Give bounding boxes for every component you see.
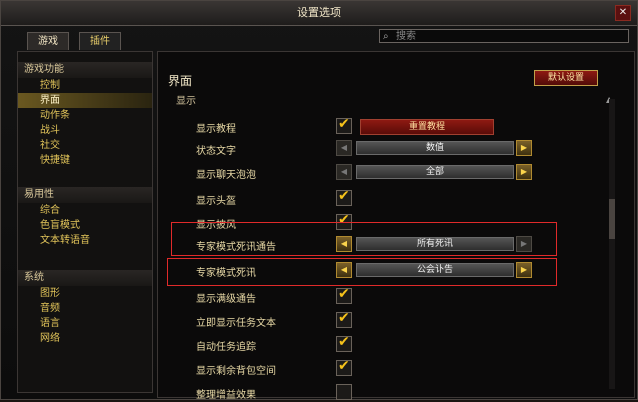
search-placeholder: 搜索 — [396, 31, 416, 42]
setting-label: 整理增益效果 — [196, 390, 256, 401]
bag-space-checkbox[interactable]: ✔ — [336, 358, 352, 376]
prev-arrow-icon[interactable]: ◀ — [336, 140, 352, 156]
next-arrow-icon[interactable]: ▶ — [516, 164, 532, 180]
setting-label: 显示教程 — [196, 124, 236, 135]
sidebar-group-gameplay: 游戏功能 控制 界面 动作条 战斗 社交 快捷键 — [18, 62, 152, 168]
scrollbar-thumb[interactable] — [609, 199, 615, 239]
settings-window: 设置选项 ✕ 游戏 插件 ⌕ 搜索 游戏功能 控制 界面 动作条 战斗 社交 快… — [0, 0, 638, 401]
close-button[interactable]: ✕ — [615, 5, 631, 21]
sidebar-header: 易用性 — [18, 187, 152, 203]
sidebar-group-accessibility: 易用性 综合 色盲模式 文本转语音 — [18, 187, 152, 248]
tab-addons[interactable]: 插件 — [79, 32, 121, 50]
scrollbar[interactable] — [609, 99, 615, 389]
setting-row-max-level-announce: 显示满级通告 ✔ — [158, 286, 634, 306]
sidebar-item-general[interactable]: 综合 — [18, 203, 152, 218]
sidebar-item-language[interactable]: 语言 — [18, 316, 152, 331]
hardcore-death-value: 公会讣告 — [356, 263, 514, 277]
next-arrow-icon[interactable]: ▶ — [516, 236, 532, 252]
setting-label: 自动任务追踪 — [196, 342, 256, 353]
sidebar-header: 游戏功能 — [18, 62, 152, 78]
setting-row-show-cloak: 显示披风 ✔ — [158, 212, 634, 232]
show-cloak-checkbox[interactable]: ✔ — [336, 212, 352, 230]
sidebar-item-tts[interactable]: 文本转语音 — [18, 233, 152, 248]
setting-row-bag-space: 显示剩余背包空间 ✔ — [158, 358, 634, 378]
chat-bubbles-value: 全部 — [356, 165, 514, 179]
section-label: 显示 — [176, 96, 196, 107]
max-level-checkbox[interactable]: ✔ — [336, 286, 352, 304]
reset-tutorials-button[interactable]: 重置教程 — [360, 119, 494, 135]
close-icon: ✕ — [618, 7, 628, 18]
settings-panel: 界面 显示 默认设置 显示教程 ✔ 重置教程 状态文字 ◀ 数值 ▶ 显示聊天泡… — [157, 51, 635, 401]
sidebar-item-audio[interactable]: 音频 — [18, 301, 152, 316]
sidebar-item-colorblind[interactable]: 色盲模式 — [18, 218, 152, 233]
setting-row-consolidate-buffs: 整理增益效果 — [158, 382, 634, 402]
setting-label: 显示满级通告 — [196, 294, 256, 305]
prev-arrow-icon[interactable]: ◀ — [336, 236, 352, 252]
checkmark-icon: ✔ — [338, 358, 350, 374]
next-arrow-icon[interactable]: ▶ — [516, 140, 532, 156]
sidebar-group-system: 系统 图形 音频 语言 网络 — [18, 270, 152, 346]
next-arrow-icon[interactable]: ▶ — [516, 262, 532, 278]
instant-quest-text-checkbox[interactable]: ✔ — [336, 310, 352, 328]
sidebar-item-actionbars[interactable]: 动作条 — [18, 108, 152, 123]
sidebar-item-interface[interactable]: 界面 — [18, 93, 152, 108]
prev-arrow-icon[interactable]: ◀ — [336, 164, 352, 180]
checkmark-icon: ✔ — [338, 286, 350, 302]
setting-row-instant-quest-text: 立即显示任务文本 ✔ — [158, 310, 634, 330]
sidebar-item-combat[interactable]: 战斗 — [18, 123, 152, 138]
search-icon: ⌕ — [383, 31, 389, 42]
window-title: 设置选项 — [1, 1, 637, 26]
sidebar: 游戏功能 控制 界面 动作条 战斗 社交 快捷键 易用性 综合 色盲模式 文本转… — [17, 51, 153, 393]
show-helm-checkbox[interactable]: ✔ — [336, 188, 352, 206]
auto-quest-track-checkbox[interactable]: ✔ — [336, 334, 352, 352]
setting-label: 立即显示任务文本 — [196, 318, 276, 329]
sidebar-header: 系统 — [18, 270, 152, 286]
checkmark-icon: ✔ — [338, 334, 350, 350]
sidebar-item-social[interactable]: 社交 — [18, 138, 152, 153]
setting-row-show-tutorials: 显示教程 ✔ 重置教程 — [158, 116, 634, 136]
setting-row-auto-quest-track: 自动任务追踪 ✔ — [158, 334, 634, 354]
setting-row-show-helm: 显示头盔 ✔ — [158, 188, 634, 208]
setting-label: 专家模式死讯通告 — [196, 242, 276, 253]
setting-label: 显示聊天泡泡 — [196, 170, 256, 181]
setting-label: 显示头盔 — [196, 196, 236, 207]
sidebar-item-network[interactable]: 网络 — [18, 331, 152, 346]
checkmark-icon: ✔ — [338, 310, 350, 326]
status-text-value: 数值 — [356, 141, 514, 155]
page-title: 界面 — [168, 74, 193, 88]
setting-label: 显示剩余背包空间 — [196, 366, 276, 377]
sidebar-item-graphics[interactable]: 图形 — [18, 286, 152, 301]
setting-label: 状态文字 — [196, 146, 236, 157]
checkmark-icon: ✔ — [338, 116, 350, 132]
checkmark-icon: ✔ — [338, 188, 350, 204]
show-tutorials-checkbox[interactable]: ✔ — [336, 116, 352, 134]
defaults-button[interactable]: 默认设置 — [534, 70, 598, 86]
sidebar-item-keybinds[interactable]: 快捷键 — [18, 153, 152, 168]
sidebar-item-controls[interactable]: 控制 — [18, 78, 152, 93]
prev-arrow-icon[interactable]: ◀ — [336, 262, 352, 278]
tab-game[interactable]: 游戏 — [27, 32, 69, 50]
setting-label: 专家模式死讯 — [196, 268, 256, 279]
checkmark-icon: ✔ — [338, 212, 350, 228]
setting-row-hardcore-death-announce: 专家模式死讯通告 ◀ 所有死讯 ▶ — [158, 234, 634, 254]
setting-row-chat-bubbles: 显示聊天泡泡 ◀ 全部 ▶ — [158, 162, 634, 182]
search-input[interactable]: ⌕ 搜索 — [379, 29, 629, 43]
consolidate-buffs-checkbox[interactable] — [336, 384, 352, 400]
setting-row-hardcore-death: 专家模式死讯 ◀ 公会讣告 ▶ — [158, 260, 634, 280]
hardcore-death-announce-value: 所有死讯 — [356, 237, 514, 251]
setting-row-status-text: 状态文字 ◀ 数值 ▶ — [158, 138, 634, 158]
setting-label: 显示披风 — [196, 220, 236, 231]
